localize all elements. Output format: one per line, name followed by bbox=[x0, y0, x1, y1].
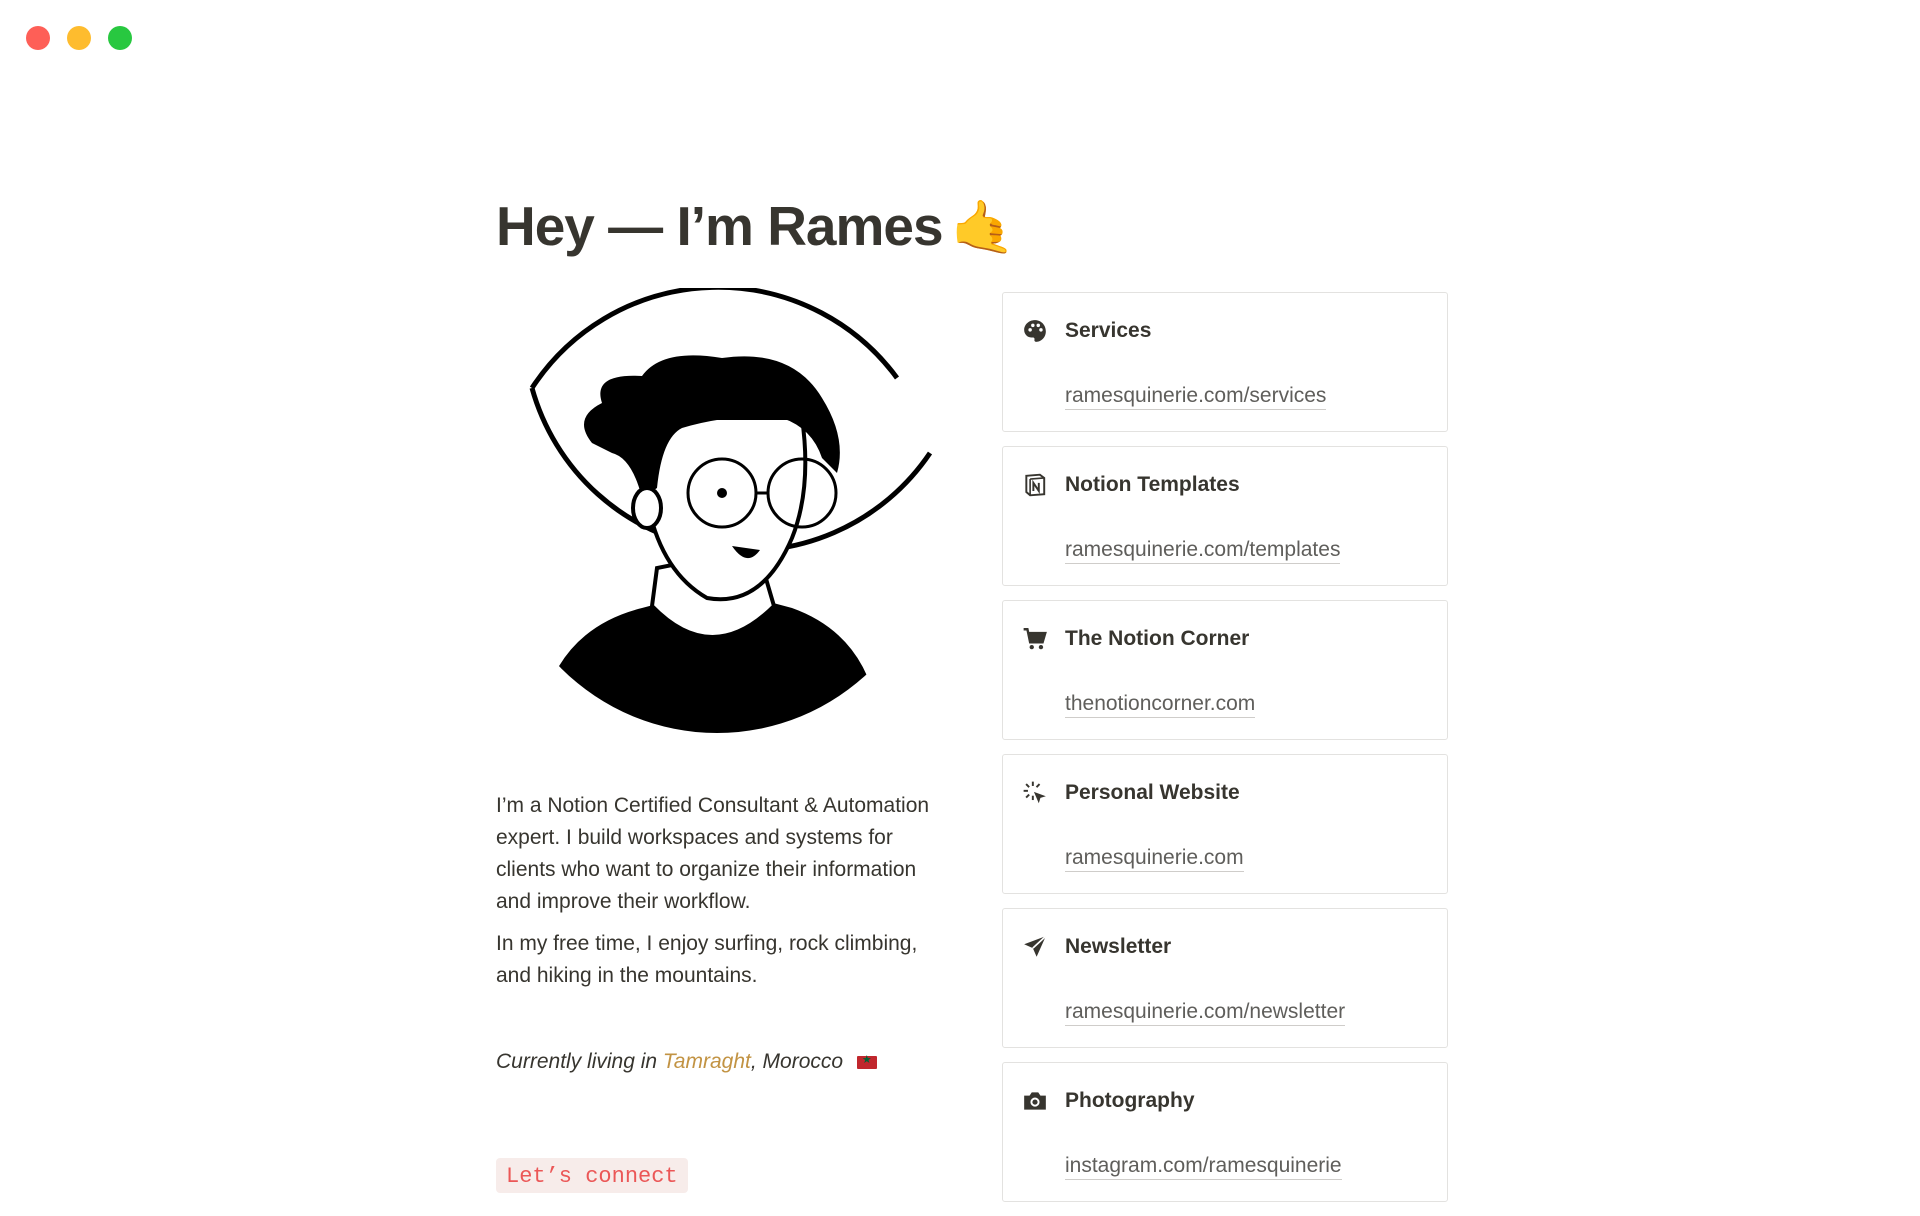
link-card-title: The Notion Corner bbox=[1065, 627, 1250, 650]
location-country: Morocco bbox=[762, 1050, 844, 1073]
bio-paragraph: In my free time, I enjoy surfing, rock c… bbox=[496, 932, 918, 987]
lets-connect-heading: Let’s connect bbox=[496, 1158, 688, 1193]
link-card-url[interactable]: instagram.com/ramesquinerie bbox=[1065, 1153, 1342, 1180]
cart-icon bbox=[1021, 625, 1049, 653]
link-card-title: Services bbox=[1065, 319, 1152, 342]
notion-icon bbox=[1021, 471, 1049, 499]
palette-icon bbox=[1021, 317, 1049, 345]
link-card-personal-website[interactable]: Personal Website ramesquinerie.com bbox=[1002, 754, 1448, 894]
link-card-notion-templates[interactable]: Notion Templates ramesquinerie.com/templ… bbox=[1002, 446, 1448, 586]
link-card-photography[interactable]: Photography instagram.com/ramesquinerie bbox=[1002, 1062, 1448, 1202]
location-separator: , bbox=[750, 1050, 757, 1073]
camera-icon bbox=[1021, 1087, 1049, 1115]
links-list: Services ramesquinerie.com/services Noti… bbox=[1002, 292, 1448, 1216]
minimize-window-button[interactable] bbox=[67, 26, 91, 50]
link-card-title: Personal Website bbox=[1065, 781, 1240, 804]
link-card-url[interactable]: ramesquinerie.com/services bbox=[1065, 383, 1327, 410]
link-card-url[interactable]: ramesquinerie.com/newsletter bbox=[1065, 999, 1346, 1026]
link-card-services[interactable]: Services ramesquinerie.com/services bbox=[1002, 292, 1448, 432]
link-card-title: Photography bbox=[1065, 1089, 1195, 1112]
paper-plane-icon bbox=[1021, 933, 1049, 961]
cursor-click-icon bbox=[1021, 779, 1049, 807]
bio: I’m a Notion Certified Consultant & Auto… bbox=[496, 790, 946, 1002]
morocco-flag-icon bbox=[856, 1053, 877, 1069]
close-window-button[interactable] bbox=[26, 26, 50, 50]
avatar bbox=[492, 288, 942, 738]
page-title: Hey — I’m Rames 🤙 bbox=[496, 190, 1016, 264]
window-controls bbox=[26, 26, 132, 50]
page-title-text: Hey — I’m Rames bbox=[496, 195, 944, 257]
link-card-title: Newsletter bbox=[1065, 935, 1172, 958]
link-card-url[interactable]: ramesquinerie.com bbox=[1065, 845, 1244, 872]
link-card-url[interactable]: thenotioncorner.com bbox=[1065, 691, 1256, 718]
zoom-window-button[interactable] bbox=[108, 26, 132, 50]
link-card-url[interactable]: ramesquinerie.com/templates bbox=[1065, 537, 1341, 564]
portrait-illustration bbox=[495, 288, 939, 735]
location-city-link[interactable]: Tamraght bbox=[663, 1050, 751, 1073]
location-prefix: Currently living in bbox=[496, 1050, 658, 1073]
bio-paragraph: I’m a Notion Certified Consultant & Auto… bbox=[496, 794, 930, 913]
link-card-the-notion-corner[interactable]: The Notion Corner thenotioncorner.com bbox=[1002, 600, 1448, 740]
call-me-hand-icon: 🤙 bbox=[950, 199, 1016, 257]
link-card-title: Notion Templates bbox=[1065, 473, 1240, 496]
location-text: Currently living in Tamraght, Morocco bbox=[496, 1050, 877, 1074]
link-card-newsletter[interactable]: Newsletter ramesquinerie.com/newsletter bbox=[1002, 908, 1448, 1048]
